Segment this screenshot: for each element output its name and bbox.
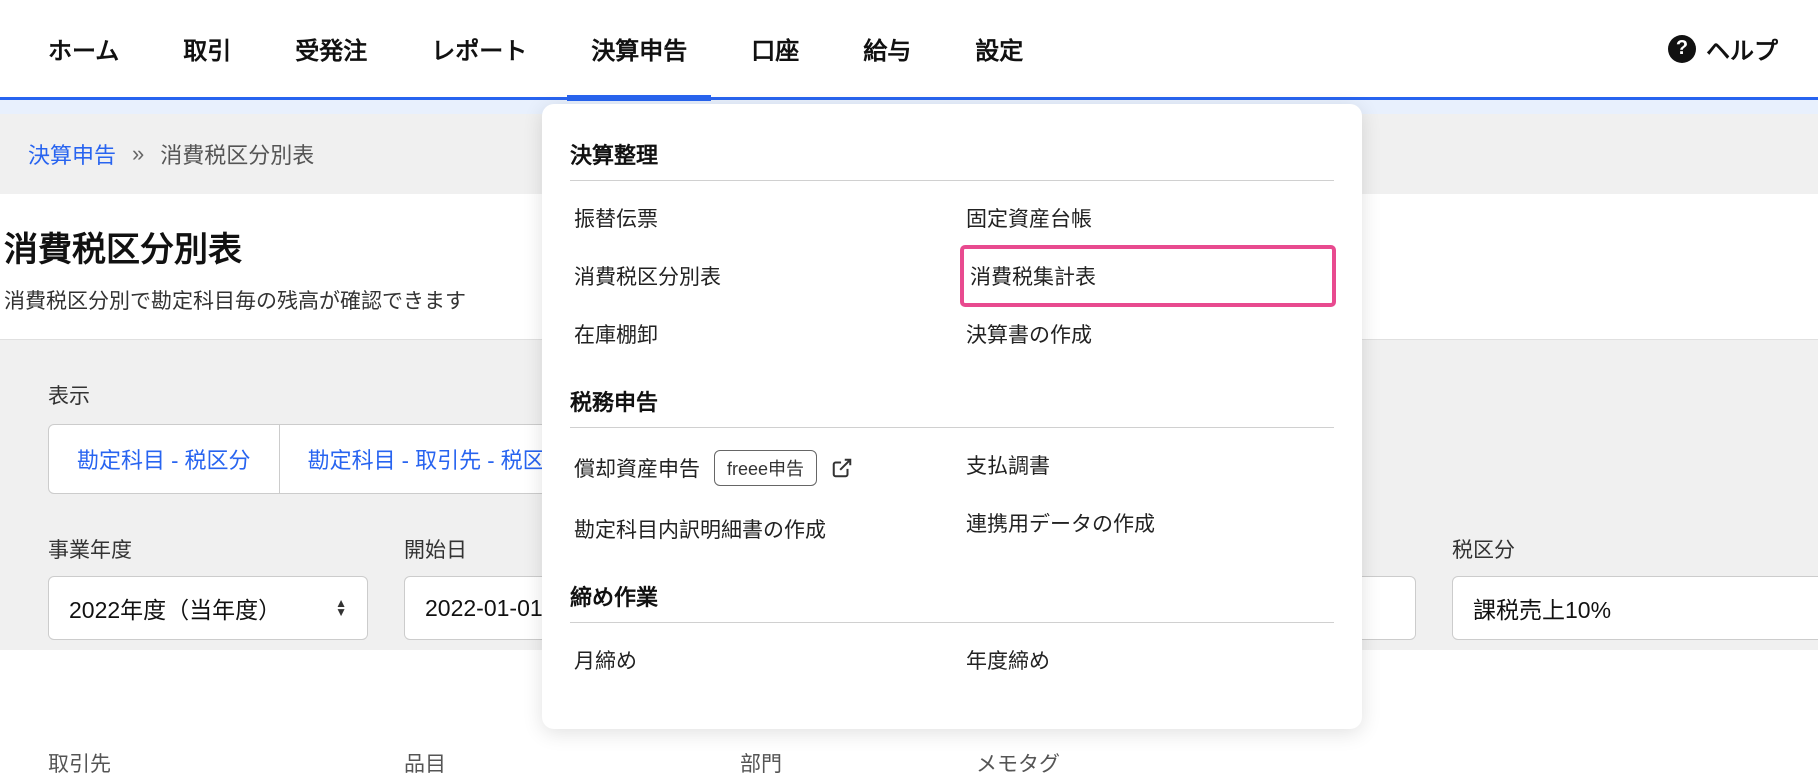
main-nav: ホーム 取引 受発注 レポート 決算申告 口座 給与 設定 ? ヘルプ — [0, 0, 1818, 100]
dept-label: 部門 — [740, 748, 940, 778]
breadcrumb-link[interactable]: 決算申告 — [28, 138, 116, 170]
nav-transactions[interactable]: 取引 — [175, 0, 239, 98]
bottom-labels: 取引先 品目 部門 メモタグ — [48, 748, 1060, 778]
menu-heading-adjustments: 決算整理 — [570, 128, 1334, 181]
menu-monthly-close[interactable]: 月締め — [570, 631, 942, 689]
nav-home[interactable]: ホーム — [40, 0, 127, 98]
fiscal-year-select[interactable]: 2022年度（当年度） ▲▼ — [48, 576, 368, 640]
breadcrumb-current: 消費税区分別表 — [160, 138, 314, 170]
menu-fixed-assets[interactable]: 固定資産台帳 — [962, 189, 1334, 247]
select-arrows-icon: ▲▼ — [335, 599, 347, 617]
tab-account-tax[interactable]: 勘定科目 - 税区分 — [48, 424, 280, 494]
menu-account-breakdown[interactable]: 勘定科目内訳明細書の作成 — [570, 500, 942, 558]
start-date-value: 2022-01-01 — [425, 595, 543, 622]
nav-reports[interactable]: レポート — [423, 0, 535, 98]
nav-settings[interactable]: 設定 — [967, 0, 1031, 98]
memotag-label: メモタグ — [976, 748, 1060, 778]
partner-label: 取引先 — [48, 748, 368, 778]
menu-create-closing[interactable]: 決算書の作成 — [962, 305, 1334, 363]
tax-category-label: 税区分 — [1452, 534, 1818, 564]
help-icon: ? — [1668, 35, 1696, 63]
nav-closing[interactable]: 決算申告 — [583, 0, 695, 98]
item-label: 品目 — [404, 748, 704, 778]
menu-payment-report[interactable]: 支払調書 — [962, 436, 1334, 494]
tax-category-input[interactable]: 課税売上10% — [1452, 576, 1818, 640]
menu-depreciation-filing[interactable]: 償却資産申告 freee申告 — [570, 436, 942, 500]
menu-yearly-close[interactable]: 年度締め — [962, 631, 1334, 689]
menu-transfer-slip[interactable]: 振替伝票 — [570, 189, 942, 247]
tax-category-value: 課税売上10% — [1473, 591, 1611, 625]
freee-badge: freee申告 — [714, 450, 817, 486]
breadcrumb-sep: » — [132, 141, 144, 167]
help-label: ヘルプ — [1706, 31, 1778, 66]
help-link[interactable]: ? ヘルプ — [1668, 31, 1778, 66]
closing-dropdown: 決算整理 振替伝票 消費税区分別表 在庫棚卸 固定資産台帳 消費税集計表 決算書… — [542, 104, 1362, 729]
menu-tax-summary[interactable]: 消費税集計表 — [962, 247, 1334, 305]
menu-integration-data[interactable]: 連携用データの作成 — [962, 494, 1334, 552]
nav-orders[interactable]: 受発注 — [287, 0, 375, 98]
nav-payroll[interactable]: 給与 — [855, 0, 919, 98]
nav-accounts[interactable]: 口座 — [743, 0, 807, 98]
menu-heading-tax-filing: 税務申告 — [570, 375, 1334, 428]
fiscal-year-value: 2022年度（当年度） — [69, 591, 281, 625]
menu-tax-category-table[interactable]: 消費税区分別表 — [570, 247, 942, 305]
menu-heading-closing-work: 締め作業 — [570, 570, 1334, 623]
fiscal-year-label: 事業年度 — [48, 534, 368, 564]
menu-inventory[interactable]: 在庫棚卸 — [570, 305, 942, 363]
external-link-icon — [831, 457, 853, 479]
